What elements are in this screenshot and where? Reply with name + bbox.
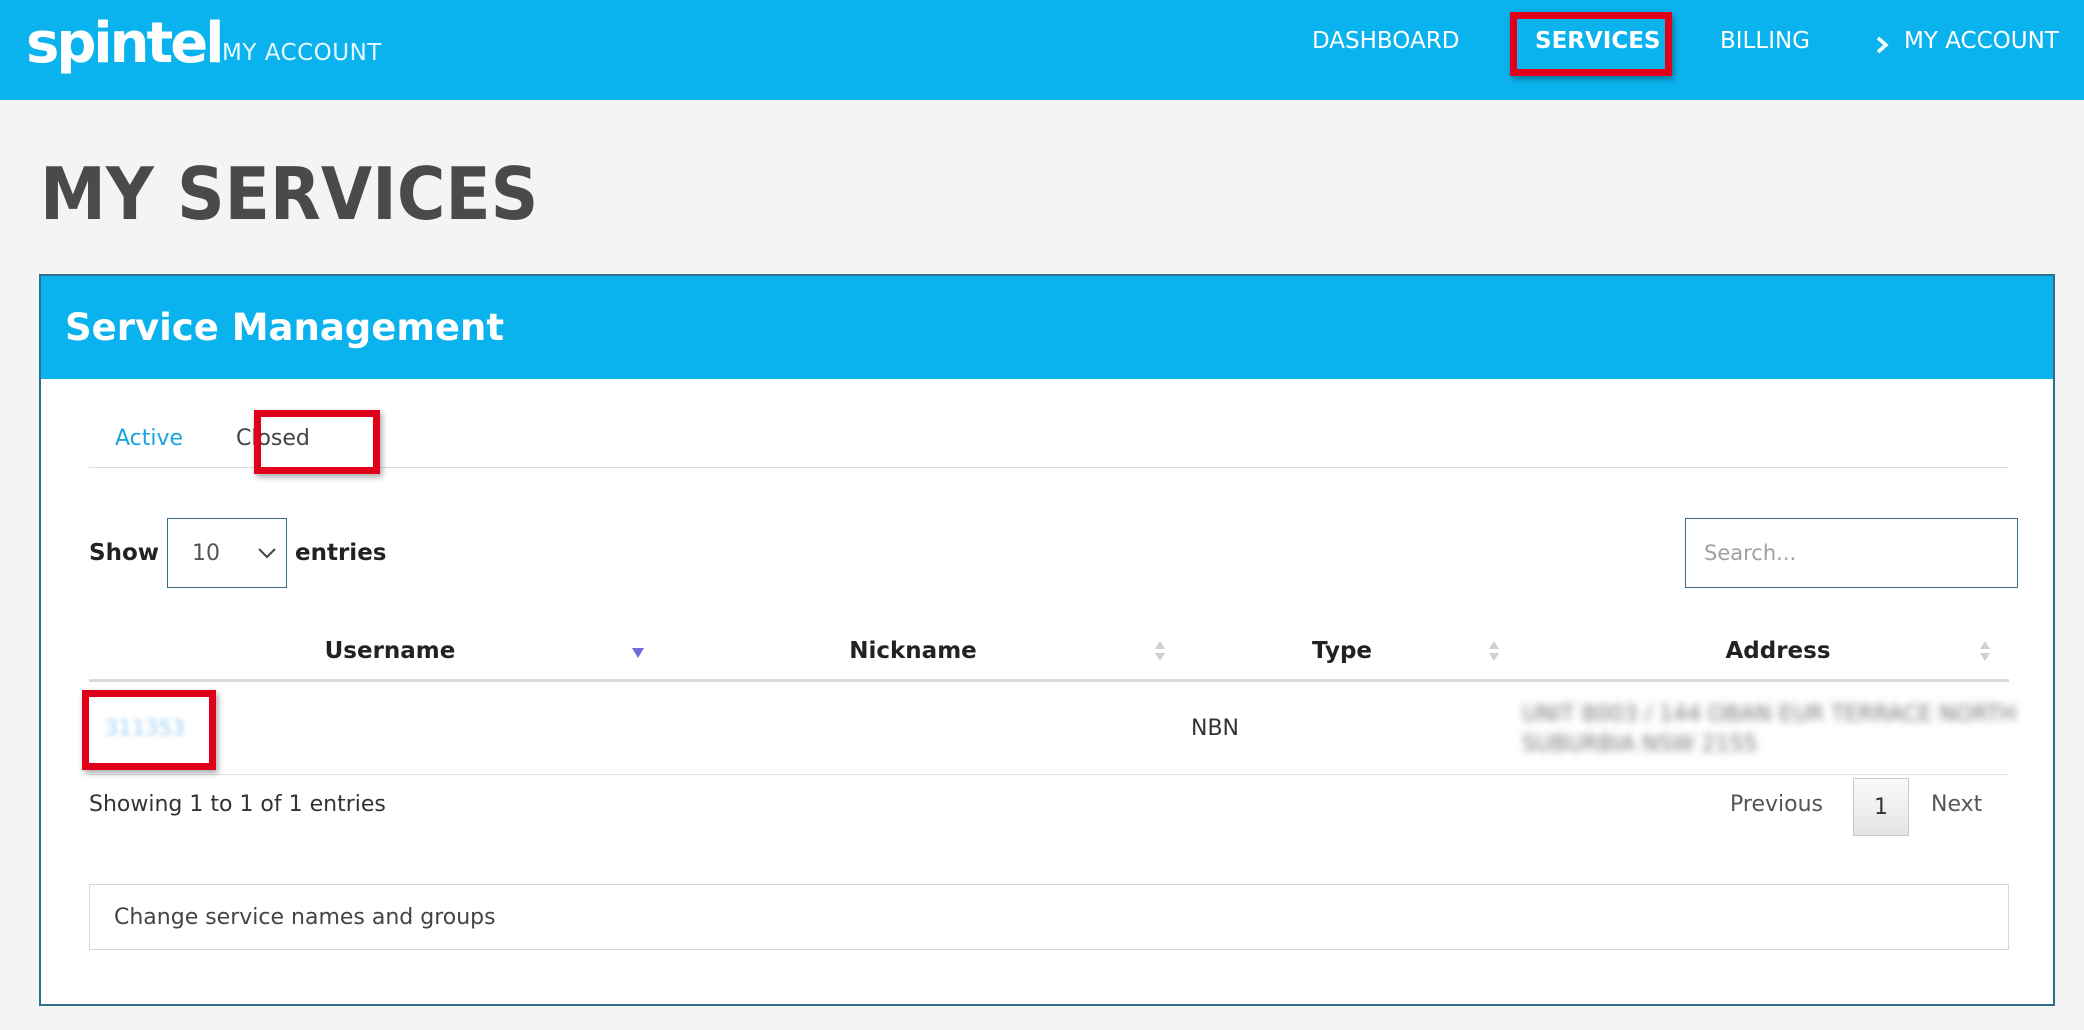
column-header-address[interactable]: Address [1725, 638, 1830, 664]
change-service-names-link[interactable]: Change service names and groups [89, 884, 2009, 950]
tab-active[interactable]: Active [115, 426, 183, 451]
chevron-down-icon [258, 548, 276, 559]
top-navigation-bar: spintel MY ACCOUNT DASHBOARD SERVICES BI… [0, 0, 2084, 100]
show-label: Show [89, 540, 159, 566]
pagination-page-1[interactable]: 1 [1853, 778, 1909, 836]
entries-label: entries [295, 540, 387, 566]
sort-descending-icon[interactable] [631, 638, 645, 664]
address-cell: UNIT 8003 / 144 OBAN EUR TERRACE NORTH S… [1522, 702, 2017, 757]
table-row: 311353 NBN UNIT 8003 / 144 OBAN EUR TERR… [82, 682, 2016, 775]
table-header: Username Nickname Type Address [89, 616, 2009, 682]
pagination-next[interactable]: Next [1931, 792, 1982, 817]
nav-services[interactable]: SERVICES [1535, 28, 1661, 54]
type-cell: NBN [1191, 716, 1240, 741]
username-link[interactable]: 311353 [105, 716, 185, 740]
page-length-control: Show 10 entries [89, 518, 386, 588]
pagination-previous[interactable]: Previous [1730, 792, 1823, 817]
table-info: Showing 1 to 1 of 1 entries [89, 792, 386, 817]
sort-both-icon[interactable] [1487, 638, 1501, 664]
chevron-right-icon [1876, 36, 1889, 54]
tab-closed[interactable]: Closed [236, 426, 310, 451]
search-input[interactable] [1685, 518, 2018, 588]
nav-billing[interactable]: BILLING [1720, 28, 1810, 54]
spintel-logo[interactable]: spintel [26, 12, 224, 76]
service-tabs: Active Closed [89, 410, 2009, 474]
column-header-nickname[interactable]: Nickname [849, 638, 977, 664]
page-size-value: 10 [192, 540, 220, 566]
services-table: Username Nickname Type Address 311353 NB… [82, 616, 2016, 775]
page-title: MY SERVICES [40, 152, 539, 236]
brand-subtitle: MY ACCOUNT [222, 40, 382, 66]
column-header-type[interactable]: Type [1312, 638, 1372, 664]
nav-my-account[interactable]: MY ACCOUNT [1904, 28, 2059, 54]
panel-title: Service Management [65, 306, 505, 349]
sort-both-icon[interactable] [1153, 638, 1167, 664]
column-header-username[interactable]: Username [325, 638, 456, 664]
nav-dashboard[interactable]: DASHBOARD [1312, 28, 1459, 54]
service-management-panel: Service Management Active Closed Show 10… [39, 274, 2055, 1006]
page-size-select[interactable]: 10 [167, 518, 287, 588]
panel-header: Service Management [41, 276, 2053, 379]
sort-both-icon[interactable] [1978, 638, 1992, 664]
